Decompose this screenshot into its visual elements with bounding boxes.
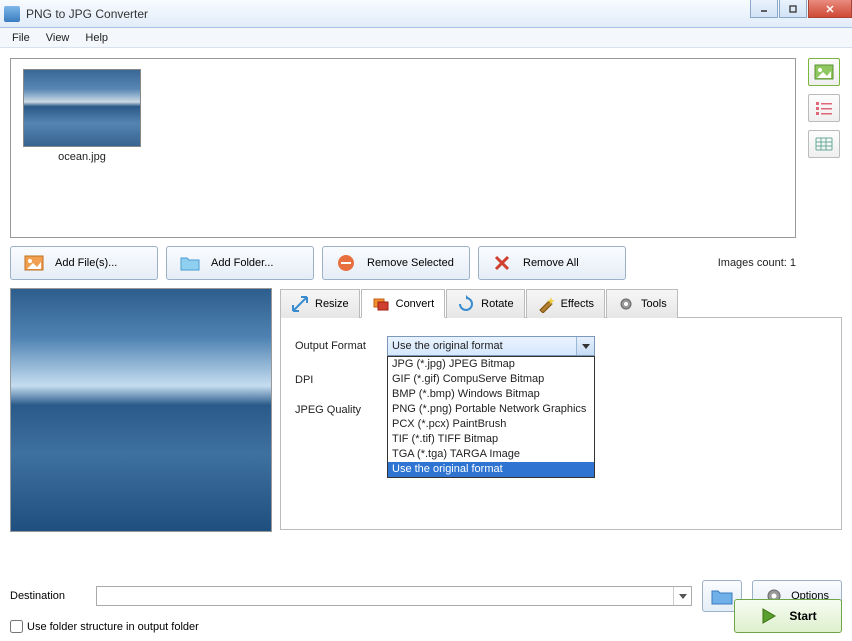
use-folder-structure-checkbox[interactable] xyxy=(10,620,23,633)
remove-selected-label: Remove Selected xyxy=(367,257,454,269)
tab-resize[interactable]: Resize xyxy=(280,289,360,318)
thumbnail-label: ocean.jpg xyxy=(17,151,147,163)
chevron-down-icon[interactable] xyxy=(673,587,691,605)
folder-icon xyxy=(179,253,201,273)
gear-icon xyxy=(617,295,635,313)
format-option[interactable]: BMP (*.bmp) Windows Bitmap xyxy=(388,387,594,402)
chevron-down-icon xyxy=(576,337,594,355)
menu-bar: File View Help xyxy=(0,28,852,48)
list-icon xyxy=(814,100,834,116)
tab-convert-label: Convert xyxy=(396,298,435,310)
output-format-dropdown[interactable]: JPG (*.jpg) JPEG Bitmap GIF (*.gif) Comp… xyxy=(387,356,595,478)
use-folder-structure-row: Use folder structure in output folder xyxy=(10,620,842,633)
window-controls xyxy=(749,0,852,18)
tab-tools[interactable]: Tools xyxy=(606,289,678,318)
rotate-icon xyxy=(457,295,475,313)
menu-file[interactable]: File xyxy=(4,30,38,46)
tabs: Resize Convert Rotate Effects Tools xyxy=(280,288,842,318)
view-thumbnails-button[interactable] xyxy=(808,58,840,86)
preview-image xyxy=(10,288,272,532)
dpi-label: DPI xyxy=(295,374,387,386)
format-option[interactable]: TIF (*.tif) TIFF Bitmap xyxy=(388,432,594,447)
convert-icon xyxy=(372,295,390,313)
tab-rotate[interactable]: Rotate xyxy=(446,289,524,318)
minimize-button[interactable] xyxy=(750,0,778,18)
mid-section: Resize Convert Rotate Effects Tools xyxy=(10,288,842,532)
resize-icon xyxy=(291,295,309,313)
add-file-icon xyxy=(23,253,45,273)
view-list-button[interactable] xyxy=(808,94,840,122)
actions-row: Add File(s)... Add Folder... Remove Sele… xyxy=(10,246,842,280)
start-button[interactable]: Start xyxy=(734,599,842,633)
output-format-label: Output Format xyxy=(295,340,387,352)
tab-convert[interactable]: Convert xyxy=(361,289,446,318)
format-option[interactable]: TGA (*.tga) TARGA Image xyxy=(388,447,594,462)
content-area: ocean.jpg Add File(s)... Add Folder... R… xyxy=(0,48,852,641)
format-option[interactable]: PCX (*.pcx) PaintBrush xyxy=(388,417,594,432)
tab-resize-label: Resize xyxy=(315,298,349,310)
format-option[interactable]: JPG (*.jpg) JPEG Bitmap xyxy=(388,357,594,372)
grid-icon xyxy=(814,136,834,152)
destination-row: Destination Options xyxy=(10,580,842,612)
use-folder-structure-label: Use folder structure in output folder xyxy=(27,621,199,633)
add-files-button[interactable]: Add File(s)... xyxy=(10,246,158,280)
format-option[interactable]: PNG (*.png) Portable Network Graphics xyxy=(388,402,594,417)
folder-open-icon xyxy=(711,587,733,605)
close-button[interactable] xyxy=(808,0,852,18)
settings-area: Resize Convert Rotate Effects Tools xyxy=(280,288,842,532)
format-option[interactable]: GIF (*.gif) CompuServe Bitmap xyxy=(388,372,594,387)
window-title: PNG to JPG Converter xyxy=(26,7,148,21)
image-icon xyxy=(814,64,834,80)
format-option[interactable]: Use the original format xyxy=(388,462,594,477)
images-count: Images count: 1 xyxy=(718,257,796,269)
app-icon xyxy=(4,6,20,22)
jpeg-quality-label: JPEG Quality xyxy=(295,404,387,416)
remove-all-icon xyxy=(491,253,513,273)
remove-all-button[interactable]: Remove All xyxy=(478,246,626,280)
tab-effects-label: Effects xyxy=(561,298,594,310)
file-list[interactable]: ocean.jpg xyxy=(10,58,796,238)
add-folder-button[interactable]: Add Folder... xyxy=(166,246,314,280)
effects-icon xyxy=(537,295,555,313)
tab-body-convert: Output Format Use the original format DP… xyxy=(280,318,842,530)
thumbnail-image xyxy=(23,69,141,147)
menu-view[interactable]: View xyxy=(38,30,78,46)
destination-label: Destination xyxy=(10,590,86,602)
tab-tools-label: Tools xyxy=(641,298,667,310)
remove-selected-button[interactable]: Remove Selected xyxy=(322,246,470,280)
start-label: Start xyxy=(789,609,816,623)
remove-icon xyxy=(335,253,357,273)
view-toolbar xyxy=(808,58,844,158)
maximize-button[interactable] xyxy=(779,0,807,18)
add-folder-label: Add Folder... xyxy=(211,257,273,269)
list-item[interactable]: ocean.jpg xyxy=(17,69,147,163)
destination-input[interactable] xyxy=(96,586,692,606)
remove-all-label: Remove All xyxy=(523,257,579,269)
view-grid-button[interactable] xyxy=(808,130,840,158)
add-files-label: Add File(s)... xyxy=(55,257,117,269)
output-format-value: Use the original format xyxy=(392,340,503,352)
tab-rotate-label: Rotate xyxy=(481,298,513,310)
menu-help[interactable]: Help xyxy=(77,30,116,46)
title-bar: PNG to JPG Converter xyxy=(0,0,852,28)
bottom-panel: Destination Options Use folder structure… xyxy=(10,580,842,633)
play-icon xyxy=(759,607,779,625)
output-format-select[interactable]: Use the original format xyxy=(387,336,595,356)
tab-effects[interactable]: Effects xyxy=(526,289,605,318)
